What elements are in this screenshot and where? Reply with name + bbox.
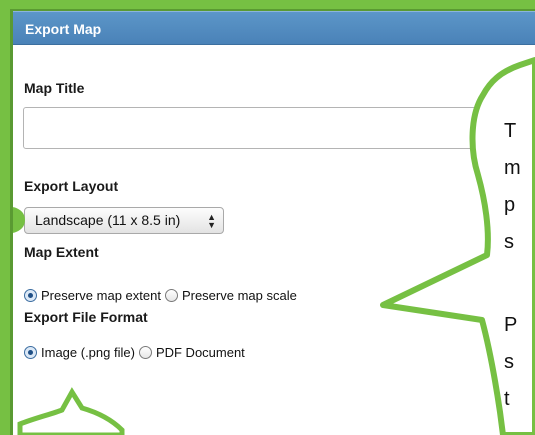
callout-text-fragment: s: [504, 351, 514, 373]
callout-text-fragment: m: [504, 157, 521, 179]
lower-left-bubble-edge: [17, 387, 125, 435]
callout-text-fragment: s: [504, 231, 514, 253]
callout-text-fragment: t: [504, 388, 510, 410]
left-edge-bubble-bump: [12, 207, 26, 233]
callout-text-fragment: p: [504, 194, 516, 216]
callout-text-fragment: P: [504, 314, 518, 336]
callout-text-fragment: T: [504, 120, 517, 142]
callout-bubble: [12, 57, 535, 435]
